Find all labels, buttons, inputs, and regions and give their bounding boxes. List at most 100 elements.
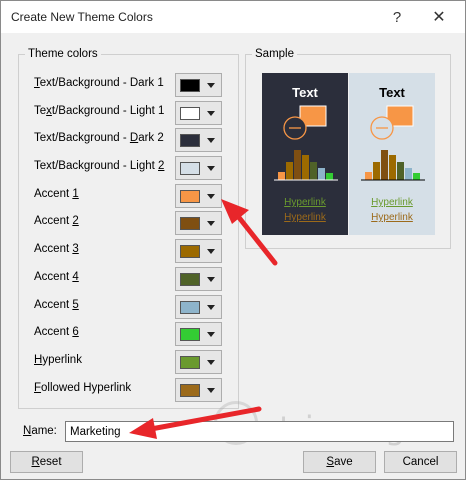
- dropdown-arrow-icon: [207, 83, 215, 88]
- dropdown-arrow-icon: [207, 388, 215, 393]
- dropdown-arrow-icon: [207, 249, 215, 254]
- theme-color-label: Accent 2: [34, 215, 79, 227]
- save-accel: S: [326, 456, 335, 468]
- color-picker-button[interactable]: [175, 378, 222, 402]
- label-text: Te: [34, 105, 47, 117]
- sample-preview: Text Hyperlink Hyperlink Text Hyperlink …: [262, 73, 435, 235]
- sample-dark-panel: Text Hyperlink Hyperlink: [262, 73, 348, 235]
- sample-light-followed-hyperlink: Hyperlink: [371, 212, 413, 223]
- color-picker-button[interactable]: [175, 295, 222, 319]
- cancel-button[interactable]: Cancel: [384, 451, 457, 473]
- theme-color-label: Accent 5: [34, 299, 79, 311]
- sample-light-bars: [361, 150, 425, 181]
- close-button[interactable]: ✕: [424, 5, 454, 29]
- label-accelerator: 5: [72, 299, 79, 311]
- sample-light-hyperlink: Hyperlink: [371, 197, 413, 208]
- color-picker-button[interactable]: [175, 101, 222, 125]
- label-text: Text/Background -: [34, 132, 130, 144]
- sample-dark-bars: [274, 150, 338, 181]
- color-picker-button[interactable]: [175, 239, 222, 263]
- label-text: ark 2: [138, 132, 164, 144]
- theme-color-row: Text/Background - Light 2: [34, 156, 229, 180]
- theme-color-label: Text/Background - Light 1: [34, 105, 164, 117]
- reset-accel: R: [31, 456, 40, 468]
- theme-color-label: Followed Hyperlink: [34, 382, 131, 394]
- theme-color-row: Accent 5: [34, 295, 229, 319]
- sample-light-panel: Text Hyperlink Hyperlink: [349, 73, 435, 235]
- label-accelerator: 1: [72, 188, 79, 200]
- name-input[interactable]: [65, 421, 454, 442]
- save-rest: ave: [334, 456, 353, 468]
- label-accelerator: 4: [72, 271, 79, 283]
- sample-dark-callout: [283, 105, 327, 140]
- color-swatch: [180, 245, 200, 258]
- save-button[interactable]: Save: [303, 451, 376, 473]
- color-swatch: [180, 273, 200, 286]
- theme-color-row: Text/Background - Light 1: [34, 101, 229, 125]
- theme-color-row: Accent 1: [34, 184, 229, 208]
- color-swatch: [180, 384, 200, 397]
- color-picker-button[interactable]: [175, 322, 222, 346]
- help-button[interactable]: ?: [382, 5, 412, 29]
- sample-dark-graphics: [274, 105, 338, 181]
- color-swatch: [180, 134, 200, 147]
- color-swatch: [180, 301, 200, 314]
- color-picker-button[interactable]: [175, 73, 222, 97]
- name-label: Name:: [23, 425, 57, 437]
- theme-color-row: Followed Hyperlink: [34, 378, 229, 402]
- theme-color-label: Accent 1: [34, 188, 79, 200]
- label-text: Accent: [34, 326, 73, 338]
- theme-color-label: Accent 6: [34, 326, 79, 338]
- dropdown-arrow-icon: [207, 111, 215, 116]
- dropdown-arrow-icon: [207, 305, 215, 310]
- dropdown-arrow-icon: [207, 194, 215, 199]
- color-swatch: [180, 162, 200, 175]
- sample-light-callout: [370, 105, 414, 140]
- theme-color-label: Text/Background - Dark 2: [34, 132, 164, 144]
- title-bar: Create New Theme Colors ? ✕: [1, 1, 465, 33]
- dropdown-arrow-icon: [207, 277, 215, 282]
- theme-colors-legend: Theme colors: [28, 48, 98, 60]
- sample-light-graphics: [361, 105, 425, 181]
- create-theme-colors-dialog: Create New Theme Colors ? ✕ Theme colors…: [0, 0, 466, 480]
- color-swatch: [180, 190, 200, 203]
- reset-button[interactable]: Reset: [10, 451, 83, 473]
- color-picker-button[interactable]: [175, 350, 222, 374]
- color-picker-button[interactable]: [175, 211, 222, 235]
- theme-color-row: Text/Background - Dark 2: [34, 128, 229, 152]
- label-text: Accent: [34, 215, 73, 227]
- theme-color-label: Text/Background - Dark 1: [34, 77, 164, 89]
- label-text: Accent: [34, 188, 73, 200]
- theme-color-label: Hyperlink: [34, 354, 82, 366]
- label-accelerator: 2: [158, 160, 165, 172]
- color-picker-button[interactable]: [175, 156, 222, 180]
- label-text: ollowed Hyperlink: [41, 382, 132, 394]
- label-text: t/Background - Light 1: [51, 105, 165, 117]
- color-picker-button[interactable]: [175, 267, 222, 291]
- label-accelerator: 2: [72, 215, 79, 227]
- theme-color-label: Accent 4: [34, 271, 79, 283]
- color-swatch: [180, 217, 200, 230]
- label-text: Accent: [34, 271, 73, 283]
- cancel-label: Cancel: [402, 456, 439, 468]
- dialog-title: Create New Theme Colors: [11, 10, 153, 24]
- label-text: ext/Background - Dark 1: [39, 77, 164, 89]
- color-picker-button[interactable]: [175, 128, 222, 152]
- theme-color-row: Accent 4: [34, 267, 229, 291]
- label-text: yperlink: [42, 354, 82, 366]
- label-accelerator: 6: [72, 326, 79, 338]
- color-swatch: [180, 107, 200, 120]
- theme-color-row: Accent 6: [34, 322, 229, 346]
- label-text: Accent: [34, 299, 73, 311]
- theme-color-label: Text/Background - Light 2: [34, 160, 164, 172]
- dropdown-arrow-icon: [207, 221, 215, 226]
- dropdown-arrow-icon: [207, 360, 215, 365]
- label-accelerator: D: [129, 132, 139, 144]
- sample-legend: Sample: [255, 48, 294, 60]
- dropdown-arrow-icon: [207, 138, 215, 143]
- dropdown-arrow-icon: [207, 166, 215, 171]
- color-picker-button[interactable]: [175, 184, 222, 208]
- dropdown-arrow-icon: [207, 332, 215, 337]
- label-text: Text/Background - Light: [34, 160, 159, 172]
- color-swatch: [180, 328, 200, 341]
